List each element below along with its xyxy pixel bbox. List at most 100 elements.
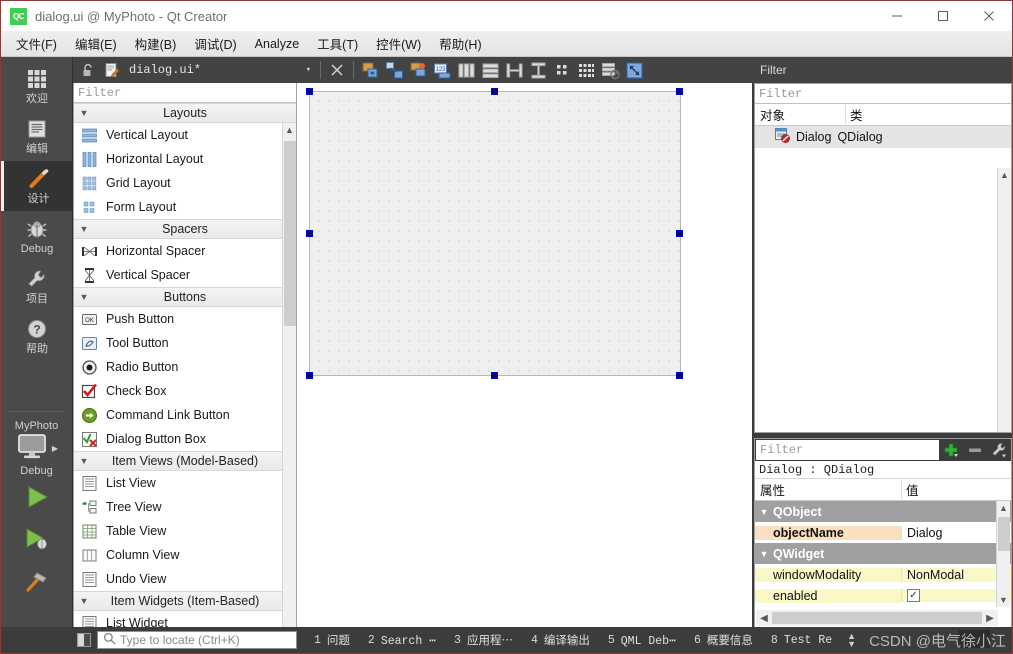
output-tab-issues[interactable]: 1 问题: [305, 632, 359, 648]
property-group-qwidget[interactable]: ▼ QWidget: [755, 543, 1011, 564]
widget-item-push-button[interactable]: OK Push Button: [74, 307, 296, 331]
widget-box-filter-input[interactable]: Filter: [74, 83, 296, 103]
widget-group-buttons-header[interactable]: ▼ Buttons: [74, 287, 296, 307]
widget-item-check-box[interactable]: Check Box: [74, 379, 296, 403]
layout-vertical-icon[interactable]: [479, 59, 501, 81]
maximize-button[interactable]: [920, 1, 966, 31]
property-row-objectname[interactable]: objectName Dialog: [755, 522, 1011, 543]
tab-order-icon[interactable]: 123: [431, 59, 453, 81]
property-value[interactable]: NonModal: [901, 567, 1011, 582]
adjust-size-icon[interactable]: [623, 59, 645, 81]
resize-handle-top-right[interactable]: [676, 88, 683, 95]
widget-group-layouts-header[interactable]: ▼ Layouts: [74, 103, 296, 123]
dialog-form-widget[interactable]: [309, 91, 681, 376]
output-pane-toggle-icon[interactable]: ▲ ▼: [847, 632, 856, 649]
unlock-icon[interactable]: [77, 59, 99, 81]
break-layout-icon[interactable]: [599, 59, 621, 81]
output-tab-search[interactable]: 2 Search ⋯: [359, 633, 445, 648]
widget-box-scrollbar[interactable]: ▲ ▼: [282, 123, 296, 627]
output-tab-qml-debug[interactable]: 5 QML Deb⋯: [599, 633, 685, 648]
widget-item-tool-button[interactable]: Tool Button: [74, 331, 296, 355]
widget-item-table-view[interactable]: Table View: [74, 519, 296, 543]
scrollbar-thumb[interactable]: [284, 141, 296, 326]
widget-group-item-widgets-header[interactable]: ▼ Item Widgets (Item-Based): [74, 591, 296, 611]
buddies-icon[interactable]: [407, 59, 429, 81]
scroll-up-arrow-icon[interactable]: ▲: [998, 168, 1011, 182]
mode-design[interactable]: 设计: [1, 161, 73, 211]
property-editor-filter-input[interactable]: Filter: [756, 440, 939, 460]
kit-expand-arrow-icon[interactable]: ▶: [52, 444, 58, 453]
menu-window[interactable]: 控件(W): [367, 31, 430, 56]
property-editor-hscrollbar[interactable]: ◀ ▶: [756, 610, 998, 626]
layout-horizontal-icon[interactable]: [455, 59, 477, 81]
widget-item-command-link-button[interactable]: Command Link Button: [74, 403, 296, 427]
form-layout-icon[interactable]: [551, 59, 573, 81]
widget-item-column-view[interactable]: Column View: [74, 543, 296, 567]
scroll-up-arrow-icon[interactable]: ▲: [283, 123, 296, 137]
widget-item-grid-layout[interactable]: Grid Layout: [74, 171, 296, 195]
output-tab-compile[interactable]: 4 编译输出: [522, 632, 599, 648]
close-document-button[interactable]: [326, 59, 348, 81]
widget-item-undo-view[interactable]: Undo View: [74, 567, 296, 591]
property-editor-vscrollbar[interactable]: ▲ ▼: [996, 501, 1010, 607]
menu-build[interactable]: 构建(B): [126, 31, 186, 56]
open-documents-combo[interactable]: dialog.ui* ▾: [125, 60, 315, 80]
widget-item-tree-view[interactable]: Tree View: [74, 495, 296, 519]
menu-analyze[interactable]: Analyze: [246, 34, 308, 54]
property-value[interactable]: Dialog: [901, 525, 1011, 540]
widget-item-list-view[interactable]: List View: [74, 471, 296, 495]
add-dynamic-property-button[interactable]: [939, 439, 963, 461]
menu-help[interactable]: 帮助(H): [430, 31, 490, 56]
property-editor-config-button[interactable]: [987, 439, 1011, 461]
object-inspector-row-dialog[interactable]: Dialog QDialog: [755, 126, 1011, 148]
mode-welcome[interactable]: 欢迎: [1, 61, 73, 111]
output-tab-general-messages[interactable]: 6 概要信息: [685, 632, 762, 648]
scroll-down-arrow-icon[interactable]: ▼: [997, 593, 1010, 607]
menu-tools[interactable]: 工具(T): [308, 31, 367, 56]
widget-item-list-widget[interactable]: List Widget: [74, 611, 296, 627]
grid-layout-icon[interactable]: [575, 59, 597, 81]
widget-item-form-layout[interactable]: Form Layout: [74, 195, 296, 219]
widget-item-horizontal-spacer[interactable]: Horizontal Spacer: [74, 239, 296, 263]
enabled-checkbox[interactable]: ✓: [907, 589, 920, 602]
widget-group-spacers-header[interactable]: ▼ Spacers: [74, 219, 296, 239]
object-inspector-scrollbar[interactable]: ▲ ▼: [997, 168, 1011, 432]
menu-edit[interactable]: 编辑(E): [66, 31, 126, 56]
close-button[interactable]: [966, 1, 1012, 31]
resize-handle-middle-left[interactable]: [306, 230, 313, 237]
chevron-down-icon[interactable]: ▾: [296, 65, 311, 75]
output-tab-test-results[interactable]: 8 Test Re: [762, 634, 841, 647]
widget-item-vertical-layout[interactable]: Vertical Layout: [74, 123, 296, 147]
mode-debug[interactable]: Debug: [1, 211, 73, 261]
menu-file[interactable]: 文件(F): [7, 31, 66, 56]
resize-handle-bottom-left[interactable]: [306, 372, 313, 379]
widget-item-vertical-spacer[interactable]: Vertical Spacer: [74, 263, 296, 287]
output-tab-application[interactable]: 3 应用程⋯: [445, 632, 522, 648]
scrollbar-thumb[interactable]: [998, 517, 1010, 551]
scroll-up-arrow-icon[interactable]: ▲: [997, 501, 1010, 515]
property-group-qobject[interactable]: ▼ QObject: [755, 501, 1011, 522]
locator-input[interactable]: Type to locate (Ctrl+K): [97, 631, 297, 649]
scroll-left-arrow-icon[interactable]: ◀: [756, 613, 772, 624]
widget-item-dialog-button-box[interactable]: Dialog Button Box: [74, 427, 296, 451]
run-button[interactable]: [1, 477, 73, 519]
resize-handle-middle-right[interactable]: [676, 230, 683, 237]
menu-debug[interactable]: 调试(D): [185, 31, 245, 56]
property-row-windowmodality[interactable]: windowModality NonModal: [755, 564, 1011, 585]
resize-handle-bottom-right[interactable]: [676, 372, 683, 379]
kit-selector[interactable]: MyPhoto ▶ Debug: [1, 418, 72, 477]
resize-handle-bottom-center[interactable]: [491, 372, 498, 379]
edit-widgets-icon[interactable]: [359, 59, 381, 81]
mode-edit[interactable]: 编辑: [1, 111, 73, 161]
form-design-canvas[interactable]: [297, 83, 752, 628]
widget-group-item-views-header[interactable]: ▼ Item Views (Model-Based): [74, 451, 296, 471]
toggle-sidebar-button[interactable]: [77, 633, 91, 647]
resize-handle-top-left[interactable]: [306, 88, 313, 95]
signals-slots-icon[interactable]: [383, 59, 405, 81]
debug-run-button[interactable]: [1, 519, 73, 561]
widget-item-horizontal-layout[interactable]: Horizontal Layout: [74, 147, 296, 171]
splitter-vertical-icon[interactable]: [527, 59, 549, 81]
object-inspector-filter-input[interactable]: Filter: [755, 84, 1011, 104]
splitter-horizontal-icon[interactable]: [503, 59, 525, 81]
resize-handle-top-center[interactable]: [491, 88, 498, 95]
